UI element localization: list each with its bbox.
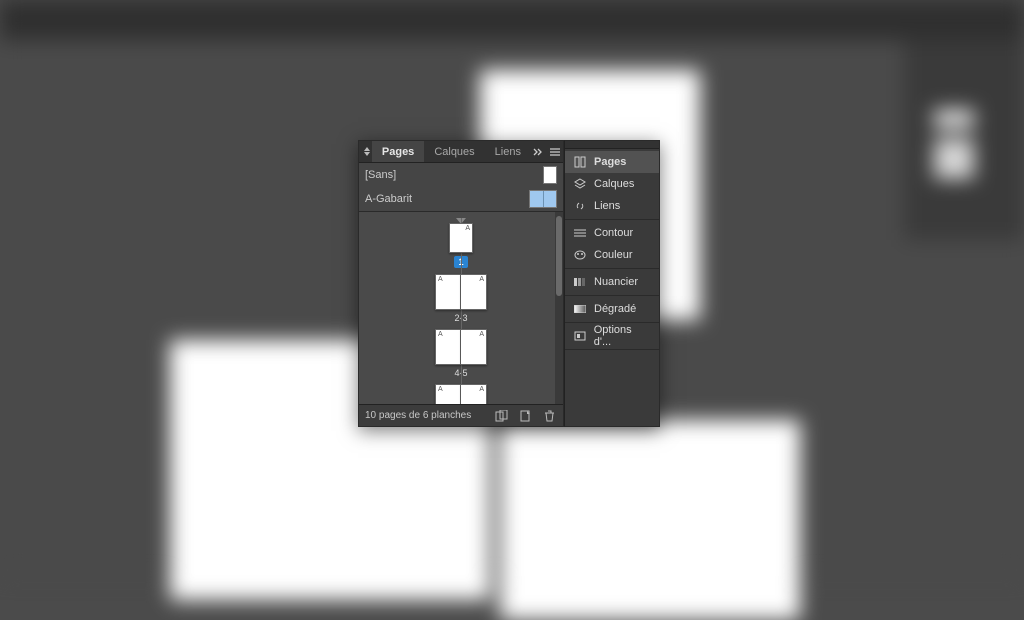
master-a-gabarit[interactable]: A-Gabarit	[359, 187, 563, 211]
page-size-icon[interactable]	[493, 408, 509, 424]
swatches-icon	[573, 277, 587, 287]
page-thumb-1[interactable]: A	[449, 223, 473, 253]
dock-label: Dégradé	[594, 303, 636, 315]
dock-label: Options d'...	[594, 324, 651, 348]
dock-degrade[interactable]: Dégradé	[565, 298, 659, 320]
spread-6-7[interactable]: A A	[435, 384, 487, 404]
panel-menu-icon[interactable]	[547, 141, 563, 162]
dock-label: Calques	[594, 178, 634, 190]
dock-contour[interactable]: Contour	[565, 222, 659, 244]
links-icon	[573, 200, 587, 212]
dock-handle[interactable]	[565, 141, 659, 149]
master-label: A-Gabarit	[365, 193, 412, 205]
dock-label: Contour	[594, 227, 633, 239]
stroke-icon	[573, 228, 587, 238]
layers-icon	[573, 178, 587, 190]
pages-icon	[573, 156, 587, 168]
panel-dock: Pages Calques Liens Contour Couleur	[564, 140, 660, 427]
status-text: 10 pages de 6 planches	[365, 410, 471, 421]
pages-panel: Pages Calques Liens [Sans] A-Gabarit	[358, 140, 564, 427]
dock-liens[interactable]: Liens	[565, 195, 659, 217]
color-icon	[573, 250, 587, 260]
trash-icon[interactable]	[541, 408, 557, 424]
master-letter: A	[438, 331, 443, 338]
panel-tabs: Pages Calques Liens	[359, 141, 563, 163]
master-thumb-spread	[529, 190, 557, 208]
dock-label: Nuancier	[594, 276, 638, 288]
master-letter: A	[438, 386, 443, 393]
dock-label: Couleur	[594, 249, 633, 261]
master-none[interactable]: [Sans]	[359, 163, 563, 187]
dock-label: Pages	[594, 156, 626, 168]
master-letter: A	[438, 276, 443, 283]
gradient-icon	[573, 305, 587, 313]
spread-2-3[interactable]: A A	[435, 274, 487, 310]
master-letter: A	[465, 225, 470, 232]
master-label: [Sans]	[365, 169, 396, 181]
object-options-icon	[573, 331, 587, 341]
scrollbar[interactable]	[555, 212, 563, 404]
dock-couleur[interactable]: Couleur	[565, 244, 659, 266]
dock-calques[interactable]: Calques	[565, 173, 659, 195]
tab-liens[interactable]: Liens	[485, 141, 531, 162]
new-page-icon[interactable]	[517, 408, 533, 424]
masters-section: [Sans] A-Gabarit	[359, 163, 563, 212]
updown-icon[interactable]	[363, 147, 372, 156]
dock-label: Liens	[594, 200, 620, 212]
dock-nuancier[interactable]: Nuancier	[565, 271, 659, 293]
dock-pages[interactable]: Pages	[565, 151, 659, 173]
spread-4-5[interactable]: A A	[435, 329, 487, 365]
dock-options[interactable]: Options d'...	[565, 325, 659, 347]
pages-panel-group: Pages Calques Liens [Sans] A-Gabarit	[358, 140, 660, 427]
master-thumb-single	[543, 166, 557, 184]
master-letter: A	[479, 276, 484, 283]
pages-list: A 1 A A 2-3 A A 4-5 A A	[359, 212, 563, 404]
tab-pages[interactable]: Pages	[372, 141, 424, 162]
expand-icon[interactable]	[531, 141, 547, 162]
master-letter: A	[479, 386, 484, 393]
tab-calques[interactable]: Calques	[424, 141, 484, 162]
master-letter: A	[479, 331, 484, 338]
panel-footer: 10 pages de 6 planches	[359, 404, 563, 426]
